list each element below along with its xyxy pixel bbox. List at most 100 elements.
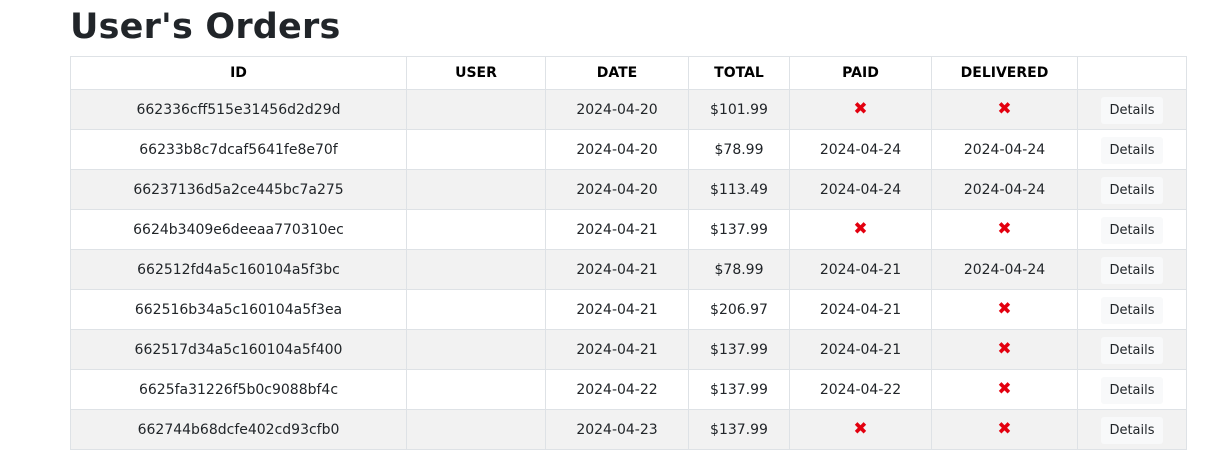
order-date-cell: 2024-04-22 <box>545 369 689 410</box>
order-user-cell <box>406 289 546 330</box>
column-header-actions <box>1077 56 1187 90</box>
column-header-id: ID <box>70 56 407 90</box>
order-user-cell <box>406 369 546 410</box>
order-paid-cell: ✖ <box>789 409 932 450</box>
order-id-cell: 662516b34a5c160104a5f3ea <box>70 289 407 330</box>
order-paid-cell: 2024-04-21 <box>789 249 932 290</box>
not-paid-icon: ✖ <box>853 419 868 439</box>
order-user-cell <box>406 209 546 250</box>
order-id-cell: 6624b3409e6deeaa770310ec <box>70 209 407 250</box>
table-row: 662517d34a5c160104a5f400 2024-04-21 $137.9… <box>70 329 1187 370</box>
order-date-cell: 2024-04-21 <box>545 289 689 330</box>
orders-table: ID USER DATE TOTAL PAID DELIVERED 662336… <box>70 56 1187 450</box>
details-button[interactable]: Details <box>1101 137 1163 164</box>
order-actions-cell: Details <box>1077 409 1187 450</box>
column-header-delivered: DELIVERED <box>931 56 1078 90</box>
order-actions-cell: Details <box>1077 329 1187 370</box>
details-button[interactable]: Details <box>1101 257 1163 284</box>
not-paid-icon: ✖ <box>853 219 868 239</box>
order-delivered-cell: ✖ <box>931 329 1078 370</box>
order-paid-cell: 2024-04-24 <box>789 169 932 210</box>
order-id-cell: 662744b68dcfe402cd93cfb0 <box>70 409 407 450</box>
order-total-cell: $101.99 <box>688 89 790 130</box>
details-button[interactable]: Details <box>1101 297 1163 324</box>
not-delivered-icon: ✖ <box>997 219 1012 239</box>
order-user-cell <box>406 409 546 450</box>
order-total-cell: $137.99 <box>688 369 790 410</box>
order-paid-cell: 2024-04-22 <box>789 369 932 410</box>
order-user-cell <box>406 329 546 370</box>
column-header-paid: PAID <box>789 56 932 90</box>
order-id-cell: 662336cff515e31456d2d29d <box>70 89 407 130</box>
column-header-user: USER <box>406 56 546 90</box>
order-total-cell: $206.97 <box>688 289 790 330</box>
not-delivered-icon: ✖ <box>997 99 1012 119</box>
order-actions-cell: Details <box>1077 369 1187 410</box>
page-title: User's Orders <box>70 7 341 47</box>
details-button[interactable]: Details <box>1101 337 1163 364</box>
order-total-cell: $78.99 <box>688 129 790 170</box>
order-date-cell: 2024-04-20 <box>545 89 689 130</box>
table-row: 66237136d5a2ce445bc7a275 2024-04-20 $113.4… <box>70 169 1187 210</box>
order-actions-cell: Details <box>1077 89 1187 130</box>
order-paid-cell: ✖ <box>789 89 932 130</box>
details-button[interactable]: Details <box>1101 377 1163 404</box>
order-actions-cell: Details <box>1077 289 1187 330</box>
details-button[interactable]: Details <box>1101 97 1163 124</box>
order-total-cell: $137.99 <box>688 209 790 250</box>
order-user-cell <box>406 249 546 290</box>
order-id-cell: 662517d34a5c160104a5f400 <box>70 329 407 370</box>
not-paid-icon: ✖ <box>853 99 868 119</box>
not-delivered-icon: ✖ <box>997 339 1012 359</box>
order-total-cell: $113.49 <box>688 169 790 210</box>
column-header-date: DATE <box>545 56 689 90</box>
order-paid-cell: ✖ <box>789 209 932 250</box>
order-delivered-cell: ✖ <box>931 89 1078 130</box>
details-button[interactable]: Details <box>1101 217 1163 244</box>
order-total-cell: $137.99 <box>688 329 790 370</box>
order-total-cell: $78.99 <box>688 249 790 290</box>
order-actions-cell: Details <box>1077 209 1187 250</box>
order-delivered-cell: ✖ <box>931 289 1078 330</box>
table-row: 662512fd4a5c160104a5f3bc 2024-04-21 $78.99… <box>70 249 1187 290</box>
order-user-cell <box>406 129 546 170</box>
table-row: 662516b34a5c160104a5f3ea 2024-04-21 $206.9… <box>70 289 1187 330</box>
order-paid-cell: 2024-04-21 <box>789 329 932 370</box>
table-body: 662336cff515e31456d2d29d 2024-04-20 $101.9… <box>70 89 1187 450</box>
not-delivered-icon: ✖ <box>997 299 1012 319</box>
table-row: 662744b68dcfe402cd93cfb0 2024-04-23 $137.9… <box>70 409 1187 450</box>
order-actions-cell: Details <box>1077 129 1187 170</box>
column-header-total: TOTAL <box>688 56 790 90</box>
order-actions-cell: Details <box>1077 249 1187 290</box>
order-date-cell: 2024-04-21 <box>545 209 689 250</box>
details-button[interactable]: Details <box>1101 177 1163 204</box>
table-header: ID USER DATE TOTAL PAID DELIVERED <box>70 56 1187 90</box>
details-button[interactable]: Details <box>1101 417 1163 444</box>
order-date-cell: 2024-04-23 <box>545 409 689 450</box>
order-delivered-cell: 2024-04-24 <box>931 249 1078 290</box>
order-id-cell: 66237136d5a2ce445bc7a275 <box>70 169 407 210</box>
order-paid-cell: 2024-04-24 <box>789 129 932 170</box>
table-row: 6625fa31226f5b0c9088bf4c 2024-04-22 $137.9… <box>70 369 1187 410</box>
order-date-cell: 2024-04-20 <box>545 129 689 170</box>
header-row: ID USER DATE TOTAL PAID DELIVERED <box>70 56 1187 90</box>
order-actions-cell: Details <box>1077 169 1187 210</box>
order-date-cell: 2024-04-21 <box>545 249 689 290</box>
order-user-cell <box>406 169 546 210</box>
order-delivered-cell: 2024-04-24 <box>931 169 1078 210</box>
order-date-cell: 2024-04-21 <box>545 329 689 370</box>
order-id-cell: 6625fa31226f5b0c9088bf4c <box>70 369 407 410</box>
order-paid-cell: 2024-04-21 <box>789 289 932 330</box>
order-delivered-cell: ✖ <box>931 209 1078 250</box>
not-delivered-icon: ✖ <box>997 419 1012 439</box>
order-id-cell: 662512fd4a5c160104a5f3bc <box>70 249 407 290</box>
table-row: 662336cff515e31456d2d29d 2024-04-20 $101.9… <box>70 89 1187 130</box>
order-delivered-cell: 2024-04-24 <box>931 129 1078 170</box>
table-row: 66233b8c7dcaf5641fe8e70f 2024-04-20 $78.99… <box>70 129 1187 170</box>
order-id-cell: 66233b8c7dcaf5641fe8e70f <box>70 129 407 170</box>
order-user-cell <box>406 89 546 130</box>
order-delivered-cell: ✖ <box>931 369 1078 410</box>
order-total-cell: $137.99 <box>688 409 790 450</box>
order-date-cell: 2024-04-20 <box>545 169 689 210</box>
table-row: 6624b3409e6deeaa770310ec 2024-04-21 $137.9… <box>70 209 1187 250</box>
